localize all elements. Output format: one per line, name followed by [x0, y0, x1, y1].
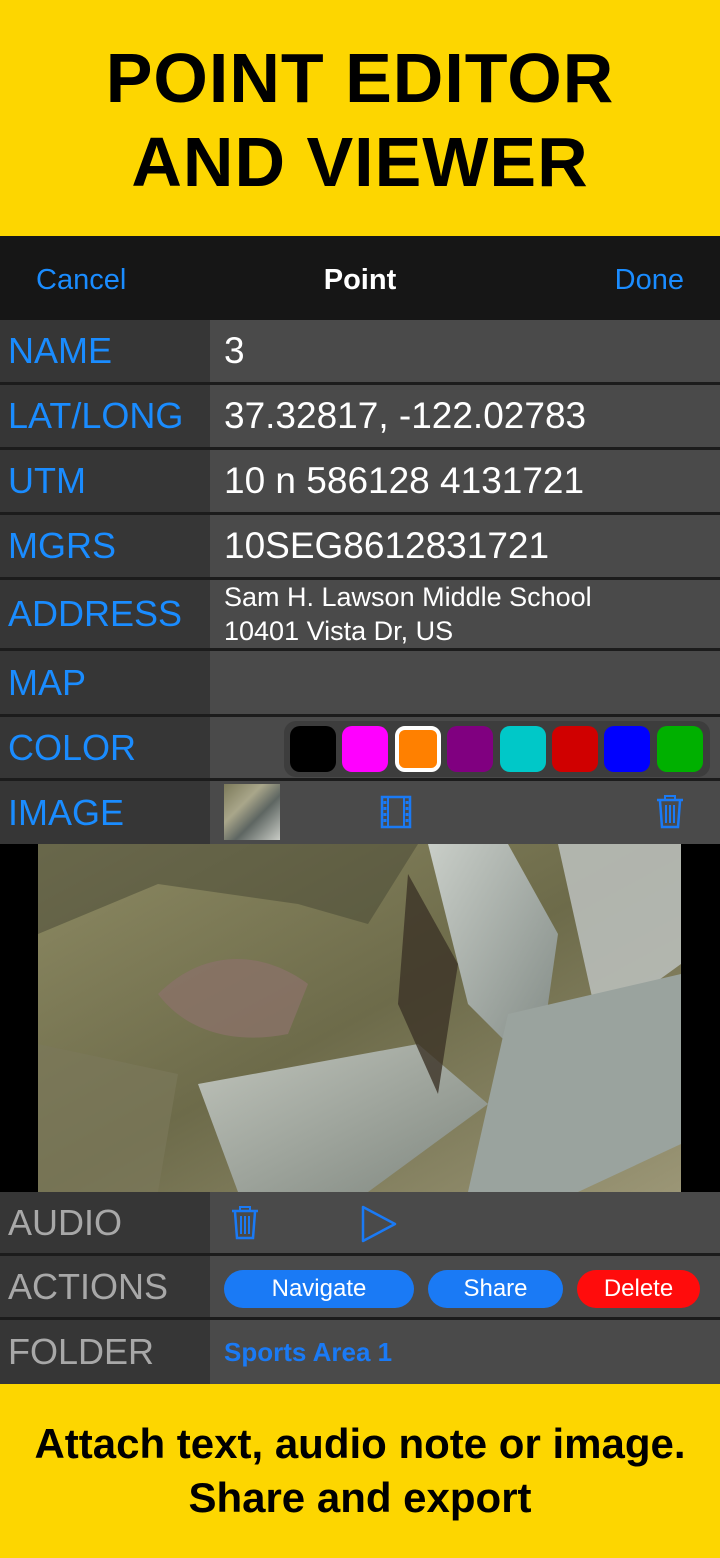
done-button[interactable]: Done: [615, 264, 684, 297]
actions-row: ACTIONS Navigate Share Delete: [0, 1256, 720, 1320]
image-thumbnail[interactable]: [224, 784, 280, 840]
name-row: NAME 3: [0, 320, 720, 385]
color-swatch-4[interactable]: [447, 726, 494, 772]
film-icon[interactable]: [380, 795, 412, 829]
color-swatch-5[interactable]: [499, 726, 546, 772]
address-field[interactable]: Sam H. Lawson Middle School 10401 Vista …: [210, 580, 720, 648]
color-swatch-3[interactable]: [394, 726, 441, 772]
utm-label: UTM: [0, 450, 210, 512]
mgrs-field[interactable]: 10SEG8612831721: [210, 515, 720, 577]
map-label: MAP: [0, 651, 210, 714]
color-label: COLOR: [0, 717, 210, 778]
folder-row: FOLDER Sports Area 1: [0, 1320, 720, 1384]
share-button[interactable]: Share: [428, 1270, 563, 1308]
utm-row: UTM 10 n 586128 4131721: [0, 450, 720, 515]
latlong-field[interactable]: 37.32817, -122.02783: [210, 385, 720, 447]
folder-label: FOLDER: [0, 1320, 210, 1384]
promo-caption-line-1: Attach text, audio note or image.: [34, 1420, 686, 1467]
color-swatch-7[interactable]: [604, 726, 651, 772]
trash-icon[interactable]: [656, 795, 684, 829]
color-swatch-6[interactable]: [551, 726, 598, 772]
mgrs-label: MGRS: [0, 515, 210, 577]
color-row: COLOR: [0, 717, 720, 781]
audio-row: AUDIO: [0, 1192, 720, 1256]
mgrs-row: MGRS 10SEG8612831721: [0, 515, 720, 580]
audio-trash-icon[interactable]: [231, 1206, 259, 1240]
folder-value[interactable]: Sports Area 1: [210, 1320, 720, 1384]
actions-field: Navigate Share Delete: [210, 1256, 720, 1317]
map-field[interactable]: [210, 651, 720, 714]
delete-button[interactable]: Delete: [577, 1270, 700, 1308]
photo-preview-area: [0, 844, 720, 1192]
promo-banner-bottom: Attach text, audio note or image. Share …: [0, 1384, 720, 1558]
name-label: NAME: [0, 320, 210, 382]
promo-caption-line-2: Share and export: [188, 1474, 532, 1521]
address-label: ADDRESS: [0, 580, 210, 648]
color-swatch-2[interactable]: [342, 726, 389, 772]
color-swatch-8[interactable]: [656, 726, 703, 772]
map-row: MAP: [0, 651, 720, 717]
photo-preview[interactable]: [38, 844, 681, 1192]
latlong-label: LAT/LONG: [0, 385, 210, 447]
page-title: Point: [323, 264, 397, 296]
audio-field: [210, 1192, 720, 1253]
promo-banner-top: POINT EDITOR AND VIEWER: [0, 0, 720, 236]
actions-label: ACTIONS: [0, 1256, 210, 1317]
address-line-1: Sam H. Lawson Middle School: [224, 582, 592, 612]
color-swatch-1[interactable]: [290, 726, 336, 772]
utm-field[interactable]: 10 n 586128 4131721: [210, 450, 720, 512]
address-row: ADDRESS Sam H. Lawson Middle School 1040…: [0, 580, 720, 651]
play-icon[interactable]: [360, 1204, 398, 1244]
image-field: [210, 781, 720, 844]
address-line-2: 10401 Vista Dr, US: [224, 616, 454, 646]
color-picker: [284, 721, 710, 777]
latlong-row: LAT/LONG 37.32817, -122.02783: [0, 385, 720, 450]
promo-title-line-2: AND VIEWER: [131, 123, 589, 201]
navigate-button[interactable]: Navigate: [224, 1270, 414, 1308]
name-field[interactable]: 3: [210, 320, 720, 382]
image-row: IMAGE: [0, 781, 720, 844]
promo-title-line-1: POINT EDITOR: [105, 39, 615, 117]
audio-label: AUDIO: [0, 1192, 210, 1253]
navigation-bar: Cancel Point Done: [0, 236, 720, 320]
image-label: IMAGE: [0, 781, 210, 844]
